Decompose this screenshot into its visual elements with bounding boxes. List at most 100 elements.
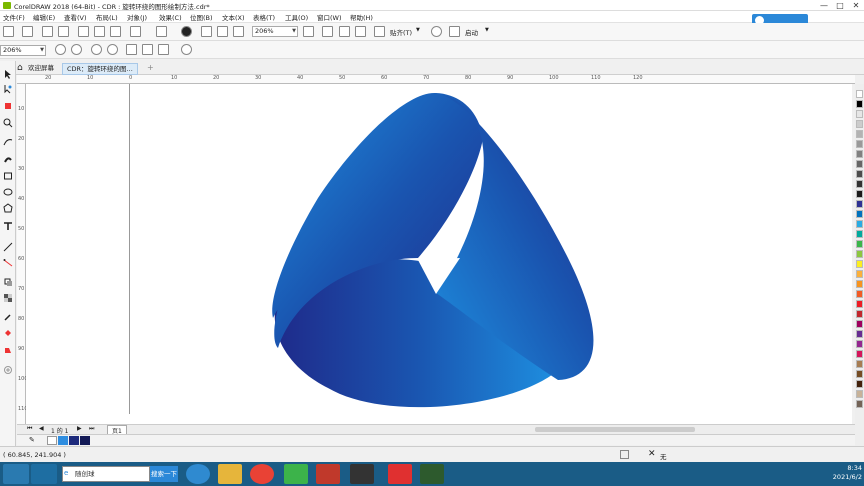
vertical-ruler[interactable]: 10 20 30 40 50 60 70 80 90 100 110 [17, 84, 28, 424]
internet-explorer-icon[interactable] [186, 464, 210, 484]
zoom-out-icon[interactable] [71, 44, 82, 55]
palette-swatch[interactable] [856, 220, 863, 228]
palette-swatch[interactable] [856, 150, 863, 158]
artistic-media-tool-icon[interactable] [3, 154, 13, 164]
palette-swatch[interactable] [856, 100, 863, 108]
palette-swatch[interactable] [856, 380, 863, 388]
media-app-icon[interactable] [316, 464, 340, 484]
export-icon[interactable] [217, 26, 228, 37]
pen-app-icon[interactable] [350, 464, 374, 484]
palette-swatch[interactable] [856, 160, 863, 168]
palette-swatch[interactable] [856, 370, 863, 378]
connector-tool-icon[interactable] [3, 258, 13, 268]
taskbar-search-input[interactable]: 随创球 [62, 466, 150, 482]
palette-swatch[interactable] [856, 290, 863, 298]
drop-shadow-tool-icon[interactable] [3, 277, 13, 287]
outline-none-icon[interactable]: ✕ [648, 449, 656, 459]
palette-swatch[interactable] [856, 110, 863, 118]
save-icon[interactable] [42, 26, 53, 37]
snap-chevron-down-icon[interactable]: ▼ [416, 27, 420, 33]
search-content-icon[interactable] [181, 26, 192, 37]
freehand-tool-icon[interactable] [3, 137, 13, 147]
triangle-logo-artwork[interactable] [268, 88, 604, 418]
launch-label[interactable]: 启动 [465, 27, 478, 37]
close-button[interactable]: ✕ [848, 0, 864, 11]
grid-toggle-icon[interactable] [339, 26, 350, 37]
rulers-toggle-icon[interactable] [322, 26, 333, 37]
zoom-selected-icon[interactable] [91, 44, 102, 55]
smart-fill-tool-icon[interactable] [3, 345, 13, 355]
palette-swatch[interactable] [856, 190, 863, 198]
previous-page-icon[interactable]: ◀ [39, 425, 44, 432]
palette-swatch[interactable] [856, 340, 863, 348]
menu-file[interactable]: 文件(F) [3, 12, 25, 22]
fill-indicator-icon[interactable] [620, 450, 629, 459]
foxit-reader-icon[interactable] [388, 464, 412, 484]
palette-swatch[interactable] [856, 300, 863, 308]
undo-icon[interactable] [130, 26, 141, 37]
zoom-tool-icon[interactable] [3, 118, 13, 128]
next-page-icon[interactable]: ▶ [77, 425, 82, 432]
palette-swatch[interactable] [856, 130, 863, 138]
horizontal-scrollbar[interactable] [535, 427, 695, 432]
menu-tools[interactable]: 工具(O) [285, 12, 308, 22]
launch-icon[interactable] [449, 26, 460, 37]
new-document-icon[interactable] [3, 26, 14, 37]
copy-icon[interactable] [94, 26, 105, 37]
options-gear-icon[interactable] [431, 26, 442, 37]
add-tool-plus-icon[interactable] [3, 365, 13, 375]
tab-document[interactable]: CDR：旋转环绕的图... [62, 63, 138, 75]
pan-icon[interactable] [181, 44, 192, 55]
menu-edit[interactable]: 编辑(E) [33, 12, 55, 22]
palette-swatch[interactable] [856, 210, 863, 218]
zoom-in-icon[interactable] [55, 44, 66, 55]
show-desktop-icon[interactable] [31, 464, 57, 484]
menu-text[interactable]: 文本(X) [222, 12, 245, 22]
file-explorer-icon[interactable] [218, 464, 242, 484]
no-color-swatch[interactable] [47, 436, 57, 445]
property-zoom-combo[interactable]: 206% ▼ [0, 45, 46, 56]
doc-swatch-1[interactable] [69, 436, 79, 445]
menu-table[interactable]: 表格(T) [253, 12, 275, 22]
system-clock[interactable]: 8:34 2021/6/2 [818, 464, 862, 484]
palette-swatch[interactable] [856, 230, 863, 238]
menu-view[interactable]: 查看(V) [64, 12, 87, 22]
publish-icon[interactable] [233, 26, 244, 37]
rectangle-tool-icon[interactable] [3, 171, 13, 181]
eyedropper-icon[interactable]: ✎ [29, 436, 35, 444]
snap-icon[interactable] [374, 26, 385, 37]
guidelines-toggle-icon[interactable] [355, 26, 366, 37]
palette-swatch[interactable] [856, 310, 863, 318]
first-page-icon[interactable]: ⏮ [27, 425, 32, 433]
palette-swatch[interactable] [856, 260, 863, 268]
menu-object[interactable]: 对象(J) [127, 12, 147, 22]
menu-bitmaps[interactable]: 位图(B) [190, 12, 213, 22]
menu-effects[interactable]: 效果(C) [159, 12, 182, 22]
import-icon[interactable] [201, 26, 212, 37]
zoom-all-objects-icon[interactable] [107, 44, 118, 55]
minimize-button[interactable]: — [816, 0, 832, 11]
shape-tool-icon[interactable] [3, 84, 13, 94]
chrome-icon[interactable] [250, 464, 274, 484]
palette-swatch[interactable] [856, 330, 863, 338]
last-page-icon[interactable]: ⏭ [89, 425, 94, 433]
palette-swatch[interactable] [856, 280, 863, 288]
transparency-tool-icon[interactable] [3, 293, 13, 303]
palette-swatch[interactable] [856, 170, 863, 178]
redo-icon[interactable] [156, 26, 167, 37]
wechat-icon[interactable] [284, 464, 308, 484]
palette-swatch[interactable] [856, 120, 863, 128]
menu-layout[interactable]: 布局(L) [96, 12, 118, 22]
palette-swatch[interactable] [856, 390, 863, 398]
launch-chevron-down-icon[interactable]: ▼ [485, 27, 489, 33]
tab-welcome-screen[interactable]: 欢迎屏幕 [24, 63, 58, 75]
palette-swatch[interactable] [856, 240, 863, 248]
open-folder-icon[interactable] [22, 26, 33, 37]
palette-swatch[interactable] [856, 140, 863, 148]
coreldraw-taskbar-icon[interactable] [420, 464, 444, 484]
parallel-dimension-tool-icon[interactable] [3, 242, 13, 252]
palette-swatch[interactable] [856, 400, 863, 408]
zoom-level-combo[interactable]: 206% ▼ [252, 26, 298, 37]
palette-swatch[interactable] [856, 90, 863, 98]
paste-icon[interactable] [110, 26, 121, 37]
